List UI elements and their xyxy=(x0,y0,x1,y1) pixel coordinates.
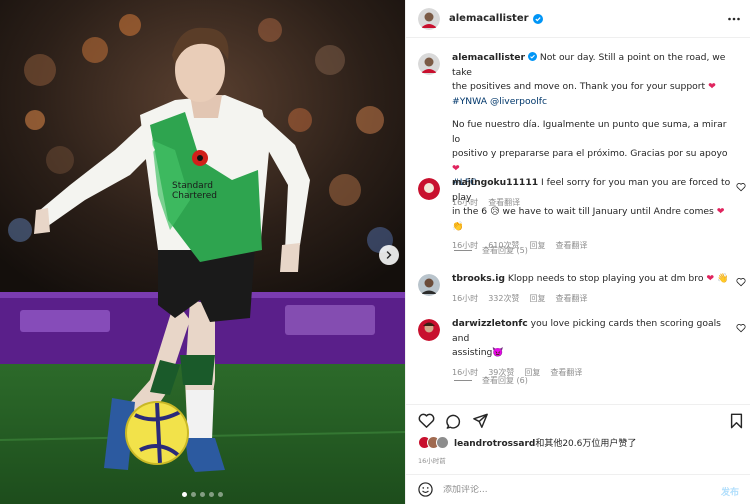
reply-button[interactable]: 回复 xyxy=(529,292,545,307)
post-comment-button[interactable]: 发布 xyxy=(721,485,739,498)
commenter-avatar[interactable] xyxy=(418,178,440,200)
likes-rest: 和其他20.6万位用户赞了 xyxy=(535,439,637,449)
comment-input[interactable] xyxy=(443,484,693,495)
author-avatar[interactable] xyxy=(418,53,440,75)
carousel-dot xyxy=(191,492,196,497)
comment-line: in the 6 xyxy=(452,206,491,217)
author-avatar[interactable] xyxy=(418,7,440,30)
caption-line: the positives and move on. Thank you for… xyxy=(452,81,709,92)
comment-username[interactable]: darwizzletonfc xyxy=(452,318,528,329)
likes-count[interactable]: 332次赞 xyxy=(488,292,519,307)
carousel-indicator xyxy=(0,492,405,497)
see-translation-link[interactable]: 查看翻译 xyxy=(550,366,582,381)
comment-username[interactable]: tbrooks.ig xyxy=(452,273,505,284)
liker-avatar xyxy=(436,436,449,449)
author-username[interactable]: alemacallister xyxy=(449,13,529,24)
comments-scroll-area[interactable]: alemacallister Not our day. Still a poin… xyxy=(406,39,750,401)
commenter-avatar[interactable] xyxy=(418,319,440,341)
carousel-dot xyxy=(209,492,214,497)
sad-face-emoji: 😥 xyxy=(490,206,500,217)
verified-badge-icon xyxy=(528,52,537,61)
heart-icon[interactable] xyxy=(736,323,746,333)
svg-text:Standard: Standard xyxy=(172,181,213,191)
replies-divider xyxy=(454,380,472,381)
post-media[interactable]: Standard Chartered xyxy=(0,0,405,504)
more-options-icon[interactable] xyxy=(727,12,741,26)
view-replies-button[interactable]: 查看回复 (5) xyxy=(454,245,528,256)
post-date: 16小时前 xyxy=(418,457,446,465)
comment-line: we have to wait till January until Andre… xyxy=(499,206,717,217)
devil-emoji: 👿 xyxy=(492,347,504,358)
carousel-dot xyxy=(182,492,187,497)
see-translation-link[interactable]: 查看翻译 xyxy=(555,239,587,254)
view-replies-label: 查看回复 (5) xyxy=(482,246,528,255)
replies-divider xyxy=(454,250,472,251)
chevron-right-icon xyxy=(386,251,392,259)
view-replies-label: 查看回复 (6) xyxy=(482,376,528,385)
carousel-next-button[interactable] xyxy=(379,245,399,265)
heart-icon[interactable] xyxy=(736,182,746,192)
comment-meta: 16小时 332次赞 回复 查看翻译 xyxy=(452,292,737,307)
comment-line: assisting xyxy=(452,347,493,358)
emoji-icon[interactable] xyxy=(418,482,433,497)
comment-line: Klopp needs to stop playing you at dm br… xyxy=(507,273,707,284)
red-heart-emoji: ❤ xyxy=(706,273,715,284)
comment-text: tbrooks.ig Klopp needs to stop playing y… xyxy=(452,272,737,306)
comment-username[interactable]: majingoku11111 xyxy=(452,177,538,188)
share-icon[interactable] xyxy=(472,413,489,429)
post-header: alemacallister xyxy=(406,0,750,38)
caption-line: positivo y prepararse para el próximo. G… xyxy=(452,148,728,159)
clapping-hands-emoji: 👏 xyxy=(452,220,464,232)
carousel-dot xyxy=(200,492,205,497)
red-heart-emoji: ❤ xyxy=(716,206,725,217)
svg-text:Chartered: Chartered xyxy=(172,191,217,201)
view-replies-button[interactable]: 查看回复 (6) xyxy=(454,375,528,386)
comment-icon[interactable] xyxy=(445,413,462,429)
waving-hand-emoji: 👋 xyxy=(717,273,729,284)
reply-button[interactable]: 回复 xyxy=(529,239,545,254)
red-heart-emoji: ❤ xyxy=(708,81,716,92)
bookmark-icon[interactable] xyxy=(730,413,743,429)
instagram-post-modal: Standard Chartered alemacallister alemac… xyxy=(0,0,750,504)
post-photo: Standard Chartered xyxy=(0,0,405,504)
commenter-avatar[interactable] xyxy=(418,274,440,296)
comment-text: majingoku11111 I feel sorry for you man … xyxy=(452,176,737,254)
caption-line: No fue nuestro día. Igualmente un punto … xyxy=(452,119,727,145)
comment-item: tbrooks.ig Klopp needs to stop playing y… xyxy=(418,272,748,306)
likes-text: leandrotrossard和其他20.6万位用户赞了 xyxy=(454,436,636,449)
red-heart-emoji: ❤ xyxy=(452,162,460,174)
comment-composer: 发布 xyxy=(406,474,750,504)
caption-username[interactable]: alemacallister xyxy=(452,52,525,63)
action-bar xyxy=(406,404,750,434)
comment-item: darwizzletonfc you love picking cards th… xyxy=(418,317,748,380)
likes-summary[interactable]: leandrotrossard和其他20.6万位用户赞了 xyxy=(418,436,636,449)
caption-tags[interactable]: #YNWA @liverpoolfc xyxy=(452,95,737,110)
verified-badge-icon xyxy=(532,13,543,24)
timestamp: 16小时 xyxy=(452,293,479,303)
carousel-dot xyxy=(218,492,223,497)
liker-username[interactable]: leandrotrossard xyxy=(454,439,535,449)
comment-item: majingoku11111 I feel sorry for you man … xyxy=(418,176,748,254)
comment-text: darwizzletonfc you love picking cards th… xyxy=(452,317,737,380)
see-translation-link[interactable]: 查看翻译 xyxy=(555,292,587,307)
post-sidebar: alemacallister alemacallister Not our da… xyxy=(405,0,750,504)
heart-icon[interactable] xyxy=(418,413,435,429)
heart-icon[interactable] xyxy=(736,277,746,287)
